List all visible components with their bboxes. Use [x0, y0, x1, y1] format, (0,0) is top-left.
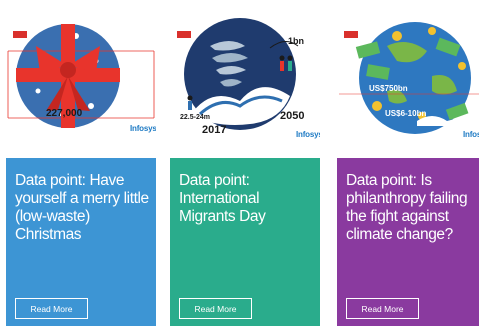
card-illustration: 1bn 22.5-24m 2017 2050 Infosys — [170, 6, 320, 158]
article-card-migrants[interactable]: 1bn 22.5-24m 2017 2050 Infosys Data poin… — [170, 6, 320, 326]
card-title[interactable]: Data point: Have yourself a merry little… — [15, 172, 149, 244]
data-label-6-10bn: US$6-10bn — [385, 109, 427, 118]
read-more-button[interactable]: Read More — [179, 298, 252, 319]
data-label-range: 22.5-24m — [180, 114, 210, 121]
infosys-logo: Infosys — [463, 130, 479, 139]
card-panel: Data point: International Migrants Day R… — [170, 158, 320, 326]
data-label-1bn: 1bn — [288, 36, 305, 46]
card-panel: Data point: Have yourself a merry little… — [6, 158, 156, 326]
year-label-2017: 2017 — [202, 124, 227, 136]
read-more-button[interactable]: Read More — [346, 298, 419, 319]
money-globe-illustration — [339, 22, 479, 134]
card-title[interactable]: Data point: International Migrants Day — [179, 172, 313, 226]
article-card-christmas[interactable]: 227,000 Infosys Data point: Have yoursel… — [6, 6, 156, 326]
data-label: 227,000 — [46, 108, 83, 119]
read-more-button[interactable]: Read More — [15, 298, 88, 319]
year-label-2050: 2050 — [280, 110, 305, 122]
card-panel: Data point: Is philanthropy failing the … — [337, 158, 479, 326]
article-card-philanthropy[interactable]: US$750bn US$6-10bn Infosys Data point: I… — [337, 6, 479, 326]
infosys-logo: Infosys — [130, 124, 156, 133]
card-title[interactable]: Data point: Is philanthropy failing the … — [346, 172, 479, 244]
gift-ball-illustration — [7, 24, 155, 128]
infosys-logo: Infosys — [296, 130, 320, 139]
card-illustration: US$750bn US$6-10bn Infosys — [337, 6, 479, 158]
data-label-750bn: US$750bn — [369, 84, 408, 93]
card-illustration: 227,000 Infosys — [6, 6, 156, 158]
